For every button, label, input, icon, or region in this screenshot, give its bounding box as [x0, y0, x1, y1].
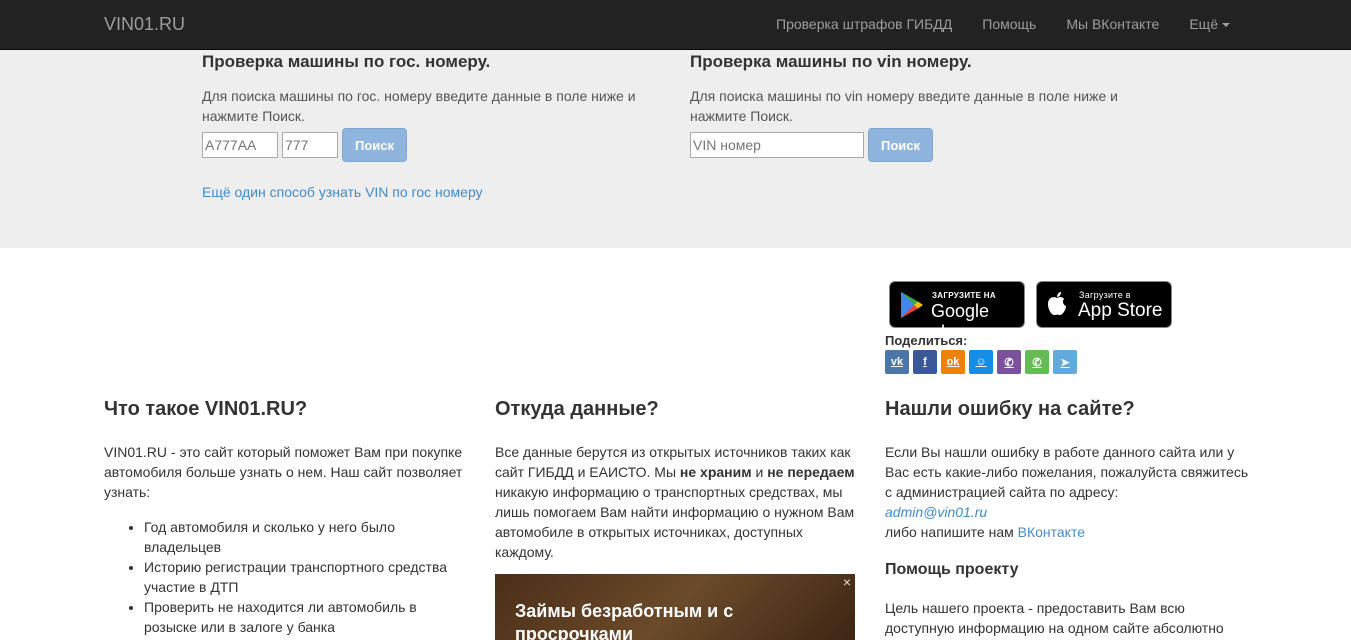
plate-search-desc-line1: Для поиска машины по гос. номеру введите… [202, 88, 636, 104]
navbar: VIN01.RU Проверка штрафов ГИБДД Помощь М… [0, 0, 1351, 50]
facebook-share-button[interactable]: f [913, 350, 937, 374]
app-store-small-text: Загрузите в [1079, 290, 1131, 300]
help-title: Помощь проекту [885, 561, 1019, 578]
moimir-icon: ☺ [975, 356, 987, 368]
plate-region-input[interactable] [282, 132, 338, 158]
nav-vk[interactable]: Мы ВКонтакте [1051, 0, 1174, 50]
moimir-share-button[interactable]: ☺ [969, 350, 993, 374]
vin-search-button[interactable]: Поиск [868, 128, 934, 162]
plate-search-title: Проверка машины по гос. номеру. [202, 52, 491, 71]
brand-link[interactable]: VIN01.RU [104, 14, 185, 35]
list-item: Год автомобиля и сколько у него было вла… [144, 517, 469, 557]
list-item: Историю регистрации транспортного средст… [144, 557, 469, 597]
plate-number-input[interactable] [202, 132, 278, 158]
ad-text: Займы безработным и с просрочками [515, 601, 734, 640]
close-icon[interactable]: × [843, 574, 851, 590]
source-text: Все данные берутся из открытых источнико… [495, 442, 860, 562]
vin-search-desc: Для поиска машины по vin номеру введите … [690, 86, 1140, 126]
plate-search-form: Поиск [202, 128, 652, 162]
nav-help[interactable]: Помощь [967, 0, 1051, 50]
source-title: Откуда данные? [495, 398, 659, 420]
caret-down-icon [1222, 23, 1230, 28]
google-play-icon [901, 292, 923, 318]
plate-search-button[interactable]: Поиск [342, 128, 408, 162]
error-title: Нашли ошибку на сайте? [885, 398, 1135, 420]
source-bold-2: не передаем [767, 464, 855, 480]
search-panel: Проверка машины по гос. номеру. Для поис… [0, 50, 1351, 248]
about-text: VIN01.RU - это сайт который поможет Вам … [104, 444, 463, 500]
plate-search-desc-line2: нажмите Поиск. [202, 108, 305, 124]
odnoklassniki-share-button[interactable]: ok [941, 350, 965, 374]
whatsapp-icon: ✆ [1032, 356, 1042, 369]
nav-fines[interactable]: Проверка штрафов ГИБДД [761, 0, 967, 50]
alt-vin-lookup-link[interactable]: Ещё один способ узнать VIN по гос номеру [202, 184, 652, 200]
ad-banner[interactable]: Займы безработным и с просрочками × [495, 574, 855, 640]
plate-search-desc: Для поиска машины по гос. номеру введите… [202, 86, 652, 126]
error-text-body: Если Вы нашли ошибку в работе данного са… [885, 444, 1249, 500]
app-store-big-text: App Store [1078, 300, 1163, 321]
apple-icon [1048, 292, 1066, 316]
whatsapp-share-button[interactable]: ✆ [1025, 350, 1049, 374]
vk-icon: vk [890, 356, 904, 368]
source-section: Откуда данные? Все данные берутся из отк… [495, 395, 860, 562]
plate-search-block: Проверка машины по гос. номеру. Для поис… [202, 50, 652, 200]
viber-icon: ✆ [1004, 356, 1014, 369]
vin-search-desc-line1: Для поиска машины по vin номеру введите … [690, 88, 1118, 104]
app-store-badge[interactable]: Загрузите в App Store [1036, 281, 1172, 328]
source-text-c: никакую информацию о транспортных средст… [495, 484, 855, 560]
source-text-b: и [751, 464, 768, 480]
nav-more-label: Ещё [1189, 16, 1218, 32]
source-bold-1: не храним [679, 464, 752, 480]
share-buttons: vk f ok ☺ ✆ ✆ ➤ [885, 350, 1077, 374]
nav-menu: Проверка штрафов ГИБДД Помощь Мы ВКонтак… [761, 0, 1245, 50]
telegram-share-button[interactable]: ➤ [1053, 350, 1077, 374]
viber-share-button[interactable]: ✆ [997, 350, 1021, 374]
vin-search-desc-line2: нажмите Поиск. [690, 108, 793, 124]
google-play-small-text: ЗАГРУЗИТЕ НА [932, 291, 996, 300]
vin-search-block: Проверка машины по vin номеру. Для поиск… [690, 50, 1140, 162]
about-section: Что такое VIN01.RU? VIN01.RU - это сайт … [104, 395, 469, 637]
telegram-icon: ➤ [1060, 356, 1070, 369]
error-text-2: либо напишите нам [885, 524, 1018, 540]
nav-more-dropdown[interactable]: Ещё [1174, 0, 1245, 50]
vk-contact-link[interactable]: ВКонтакте [1018, 524, 1085, 540]
vk-share-button[interactable]: vk [885, 350, 909, 374]
error-section: Нашли ошибку на сайте? Если Вы нашли оши… [885, 395, 1250, 638]
odnoklassniki-icon: ok [946, 356, 960, 368]
vin-search-form: Поиск [690, 128, 1140, 162]
admin-email-link[interactable]: admin@vin01.ru [885, 504, 987, 520]
vin-search-title: Проверка машины по vin номеру. [690, 52, 972, 71]
error-text: Если Вы нашли ошибку в работе данного са… [885, 442, 1250, 542]
help-text: Цель нашего проекта - предоставить Вам в… [885, 600, 1224, 636]
share-title: Поделиться: [885, 333, 968, 348]
facebook-icon: f [923, 356, 927, 368]
google-play-badge[interactable]: ЗАГРУЗИТЕ НА Google play [889, 281, 1025, 342]
list-item: Проверить не находится ли автомобиль в р… [144, 597, 469, 637]
vin-input[interactable] [690, 132, 864, 158]
about-list: Год автомобиля и сколько у него было вла… [144, 517, 469, 637]
about-title: Что такое VIN01.RU? [104, 398, 308, 420]
